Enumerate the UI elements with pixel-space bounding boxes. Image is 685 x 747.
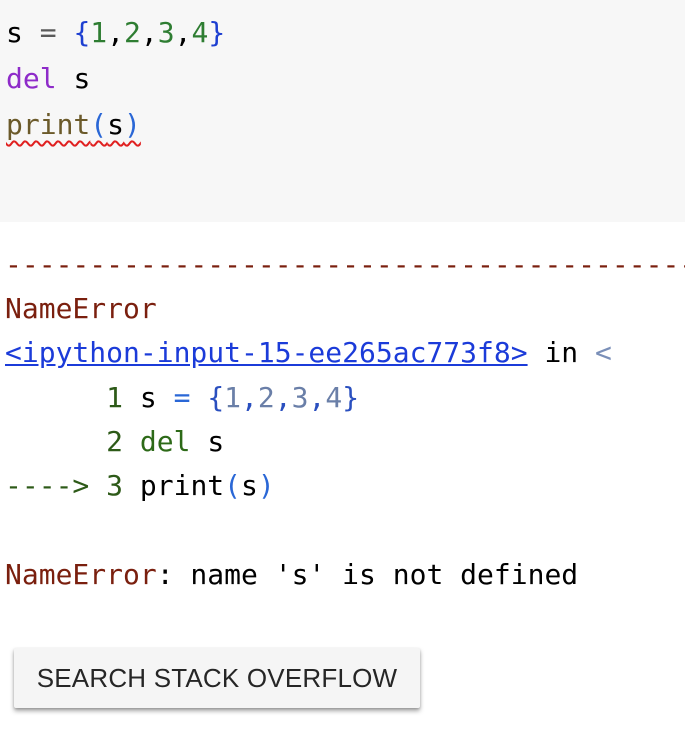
code-cell[interactable]: s = {1,2,3,4} del s print(s) bbox=[0, 0, 685, 222]
code-token-comma: , bbox=[107, 16, 125, 49]
tb-token-paren-close: ) bbox=[257, 469, 275, 502]
traceback-line-1: 1 s = {1,2,3,4} bbox=[5, 375, 359, 421]
traceback-arrow: ----> bbox=[5, 469, 90, 502]
tb-token-name: s bbox=[207, 425, 225, 458]
code-token-num: 1 bbox=[90, 16, 108, 49]
code-token-paren-close: ) bbox=[124, 108, 141, 141]
tb-token-num: 2 bbox=[257, 381, 275, 414]
code-token-brace-close: } bbox=[208, 16, 226, 49]
tb-token-brace-open: { bbox=[207, 381, 225, 414]
code-line-3: print(s) bbox=[6, 102, 141, 148]
traceback-location: <ipython-input-15-ee265ac773f8> in < bbox=[5, 330, 612, 376]
tb-token-num: 3 bbox=[291, 381, 309, 414]
code-token-op: = bbox=[39, 16, 57, 49]
code-token-num: 2 bbox=[124, 16, 141, 49]
tb-token-comma: , bbox=[274, 381, 292, 414]
tb-token-comma: , bbox=[241, 381, 258, 414]
traceback-lineno: 2 bbox=[106, 425, 124, 458]
code-token-var: s bbox=[6, 16, 23, 49]
traceback-module-truncated: < bbox=[595, 336, 612, 369]
code-line-1: s = {1,2,3,4} bbox=[6, 10, 225, 56]
code-token-name: s bbox=[73, 62, 91, 95]
tb-token-num: 1 bbox=[224, 381, 242, 414]
tb-token-var: s bbox=[139, 381, 157, 414]
final-error-message: : name 's' is not defined bbox=[156, 558, 579, 591]
traceback-line-prefix bbox=[5, 381, 106, 414]
code-token-comma: , bbox=[140, 16, 158, 49]
code-token-comma: , bbox=[174, 16, 192, 49]
traceback-line-2: 2 del s bbox=[5, 419, 224, 465]
traceback-separator: ----------------------------------------… bbox=[5, 248, 685, 281]
lint-warning-underline: print(s) bbox=[6, 108, 141, 141]
code-token-num: 3 bbox=[157, 16, 175, 49]
final-error-type: NameError bbox=[5, 558, 157, 591]
code-line-2: del s bbox=[6, 56, 90, 102]
traceback-line-prefix bbox=[5, 425, 106, 458]
traceback-file-link[interactable]: <ipython-input-15-ee265ac773f8> bbox=[5, 336, 528, 369]
error-type-heading: NameError bbox=[5, 292, 157, 325]
tb-token-arg: s bbox=[241, 469, 258, 502]
tb-token-num: 4 bbox=[325, 381, 343, 414]
tb-token-func: print bbox=[139, 469, 225, 502]
code-token-num: 4 bbox=[191, 16, 209, 49]
tb-token-paren-open: ( bbox=[224, 469, 242, 502]
code-token-arg: s bbox=[107, 108, 125, 141]
code-token-brace-open: { bbox=[73, 16, 91, 49]
final-error-line: NameError: name 's' is not defined bbox=[5, 552, 578, 598]
traceback-line-3: ----> 3 print(s) bbox=[5, 463, 275, 509]
code-token-keyword: del bbox=[6, 62, 57, 95]
traceback-lineno: 1 bbox=[106, 381, 124, 414]
search-stack-overflow-button[interactable]: SEARCH STACK OVERFLOW bbox=[14, 648, 420, 708]
code-token-func: print bbox=[6, 108, 91, 141]
tb-token-keyword: del bbox=[139, 425, 191, 458]
code-token-paren-open: ( bbox=[90, 108, 108, 141]
tb-token-comma: , bbox=[308, 381, 326, 414]
tb-token-op: = bbox=[173, 381, 191, 414]
traceback-lineno: 3 bbox=[106, 469, 124, 502]
traceback-in-label: in bbox=[544, 336, 579, 369]
tb-token-brace-close: } bbox=[342, 381, 360, 414]
